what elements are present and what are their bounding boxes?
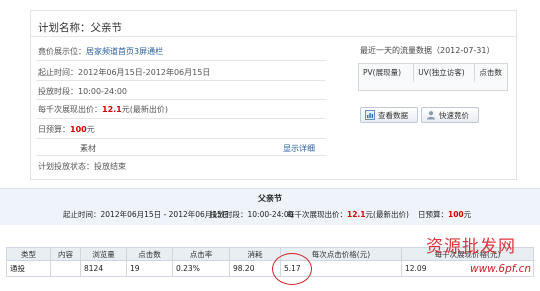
col-views: 浏览量 — [80, 247, 127, 261]
col-type: 类型 — [6, 247, 51, 261]
cell-type: 通投 — [6, 260, 51, 277]
quick-bid-label: 快速竟价 — [439, 110, 469, 120]
chart-icon — [365, 110, 375, 120]
report-budget: 日预算：100元 — [418, 209, 471, 220]
col-ctr: 点击率 — [172, 247, 230, 261]
report-bid-suffix: 元(最新出价) — [365, 210, 409, 219]
time-range-label: 起止时间： — [38, 68, 78, 77]
time-range-value: 2012年06月15日-2012年06月15日 — [78, 68, 211, 77]
time-range-row: 起止时间：2012年06月15日-2012年06月15日 — [38, 67, 210, 78]
material-label: 素材 — [80, 144, 96, 153]
watermark-url: www.6pf.cn — [470, 263, 532, 275]
bid-value: 12.1 — [102, 105, 122, 114]
cell-views: 8124 — [80, 260, 127, 277]
watermark-logo: 资源批发网 — [426, 237, 516, 257]
report-time-label: 起止时间： — [63, 210, 101, 219]
quick-bid-button[interactable]: 快速竟价 — [421, 107, 479, 123]
show-detail-link[interactable]: 显示详细 — [283, 143, 315, 154]
col-cost: 消耗 — [229, 247, 281, 261]
hours-label: 投放时段： — [38, 87, 78, 96]
traffic-table-header: PV(展现量) UV(独立访客) 点击数 — [358, 63, 508, 91]
report-budget-suffix: 元 — [463, 210, 472, 219]
divider — [36, 99, 326, 100]
budget-value: 100 — [70, 125, 87, 134]
status-value: 投放结束 — [94, 162, 126, 171]
report-hours: 投放时段：10:00-24:00 — [210, 209, 293, 220]
report-bid-value: 12.1 — [347, 210, 366, 219]
divider — [36, 118, 326, 119]
bid-row: 每千次展现出价：12.1元(最新出价) — [38, 104, 168, 115]
divider — [36, 138, 326, 139]
view-data-label: 查看数据 — [378, 110, 408, 120]
view-data-button[interactable]: 查看数据 — [360, 107, 418, 123]
col-pv: PV(展现量) — [359, 64, 415, 82]
plan-name-value: 父亲节 — [90, 22, 123, 34]
cell-clicks: 19 — [126, 260, 173, 277]
status-label: 计划投放状态： — [38, 162, 94, 171]
table-row: 通投 8124 19 0.23% 98.20 5.17 12.09 — [6, 260, 534, 277]
col-content: 内容 — [50, 247, 81, 261]
divider — [30, 36, 517, 37]
highlight-circle — [272, 253, 312, 285]
cell-content — [50, 260, 81, 277]
report-bid-label: 每千次展现出价： — [287, 210, 347, 219]
bid-suffix: 元(最新出价) — [121, 105, 168, 114]
divider — [36, 155, 326, 156]
hours-value: 10:00-24:00 — [78, 87, 127, 96]
bid-position-link[interactable]: 居家频道首页3屏通栏 — [86, 47, 163, 56]
divider — [36, 80, 326, 81]
status-row: 计划投放状态：投放结束 — [38, 161, 126, 172]
report-hours-label: 投放时段： — [210, 210, 248, 219]
divider — [36, 60, 326, 61]
report-title: 父亲节 — [258, 194, 282, 203]
bid-label: 每千次展现出价： — [38, 105, 102, 114]
cell-ctr: 0.23% — [172, 260, 230, 277]
bid-position-row: 竟价展示位：居家频道首页3屏通栏 — [38, 46, 163, 57]
report-time: 起止时间：2012年06月15日 - 2012年06月15日 — [63, 209, 229, 220]
plan-name-label: 计划名称： — [38, 22, 91, 34]
col-clicks: 点击数 — [479, 68, 502, 77]
col-uv: UV(独立访客) — [414, 64, 476, 82]
budget-row: 日预算：100元 — [38, 124, 95, 135]
report-budget-label: 日预算： — [418, 210, 448, 219]
report-budget-value: 100 — [448, 210, 464, 219]
traffic-title: 最近一天的流量数据（2012-07-31） — [360, 46, 495, 55]
budget-label: 日预算： — [38, 125, 70, 134]
report-bid: 每千次展现出价：12.1元(最新出价) — [287, 209, 409, 220]
col-clicks: 点击数 — [126, 247, 173, 261]
budget-suffix: 元 — [86, 125, 95, 134]
bid-position-label: 竟价展示位： — [38, 47, 86, 56]
hours-row: 投放时段：10:00-24:00 — [38, 86, 127, 97]
plan-name: 计划名称：父亲节 — [38, 20, 122, 35]
user-icon — [426, 110, 436, 120]
